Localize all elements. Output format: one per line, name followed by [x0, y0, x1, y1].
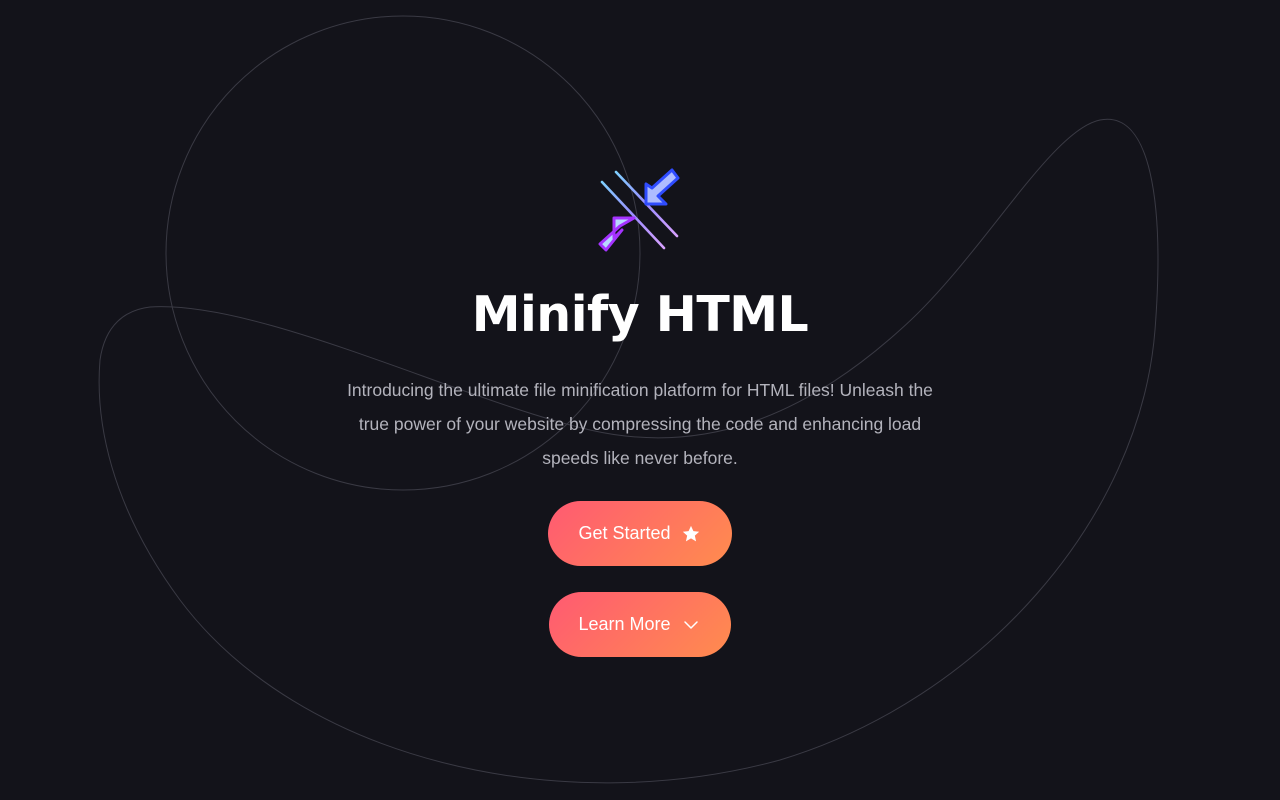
learn-more-button[interactable]: Learn More	[549, 592, 731, 657]
chevron-down-icon	[680, 614, 702, 636]
hero-section: Minify HTML Introducing the ultimate fil…	[0, 0, 1280, 800]
compress-arrows-icon	[598, 168, 680, 252]
logo-arrow-bottom-left	[598, 216, 636, 252]
landing-page: Minify HTML Introducing the ultimate fil…	[0, 0, 1280, 800]
page-title: Minify HTML	[471, 286, 809, 343]
get-started-button[interactable]: Get Started	[548, 501, 732, 566]
learn-more-label: Learn More	[578, 614, 671, 634]
get-started-label: Get Started	[578, 523, 671, 543]
hero-description: Introducing the ultimate file minificati…	[347, 380, 933, 468]
logo-arrow-top-right	[644, 168, 680, 206]
star-icon	[680, 523, 702, 545]
